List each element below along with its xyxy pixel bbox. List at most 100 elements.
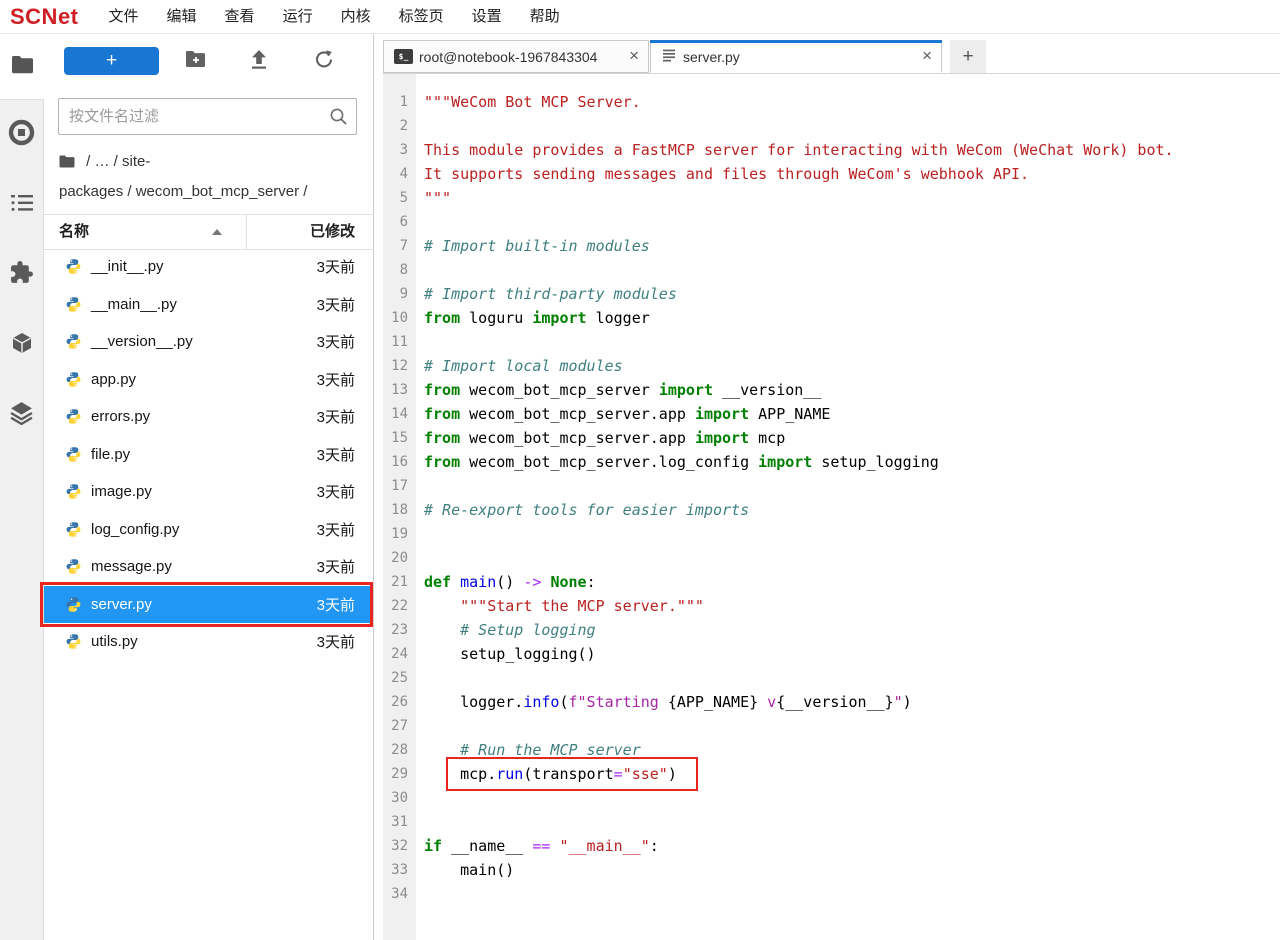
code-line-7[interactable]: # Import built-in modules bbox=[424, 234, 1280, 258]
file-row-log_config.py[interactable]: log_config.py3天前 bbox=[44, 511, 373, 549]
close-tab-icon[interactable]: × bbox=[918, 46, 941, 68]
new-launcher-button[interactable]: + bbox=[64, 47, 159, 75]
code-line-4[interactable]: It supports sending messages and files t… bbox=[424, 162, 1280, 186]
code-line-29[interactable]: mcp.run(transport="sse") bbox=[424, 762, 1280, 786]
menu-item[interactable]: 编辑 bbox=[153, 1, 211, 33]
menu-item[interactable]: 查看 bbox=[211, 1, 269, 33]
code-line-9[interactable]: # Import third-party modules bbox=[424, 282, 1280, 306]
line-number: 5 bbox=[383, 186, 416, 210]
menu-item[interactable]: 设置 bbox=[458, 1, 516, 33]
code-line-2[interactable] bbox=[424, 114, 1280, 138]
code-line-26[interactable]: logger.info(f"Starting {APP_NAME} v{__ve… bbox=[424, 690, 1280, 714]
code-line-28[interactable]: # Run the MCP server bbox=[424, 738, 1280, 762]
code-line-14[interactable]: from wecom_bot_mcp_server.app import APP… bbox=[424, 402, 1280, 426]
code-line-1[interactable]: """WeCom Bot MCP Server. bbox=[424, 90, 1280, 114]
home-folder-icon[interactable] bbox=[59, 155, 79, 172]
sidebar-tab-file-browser[interactable] bbox=[0, 34, 44, 100]
line-number: 8 bbox=[383, 258, 416, 282]
file-name: app.py bbox=[91, 371, 136, 388]
breadcrumb[interactable]: / … / site- packages / wecom_bot_mcp_ser… bbox=[59, 148, 365, 206]
file-row-message.py[interactable]: message.py3天前 bbox=[44, 548, 373, 586]
code-line-11[interactable] bbox=[424, 330, 1280, 354]
menu-item[interactable]: 标签页 bbox=[385, 1, 458, 33]
code-line-22[interactable]: """Start the MCP server.""" bbox=[424, 594, 1280, 618]
code-line-20[interactable] bbox=[424, 546, 1280, 570]
code-line-3[interactable]: This module provides a FastMCP server fo… bbox=[424, 138, 1280, 162]
tab-label: server.py bbox=[683, 49, 912, 65]
code-line-24[interactable]: setup_logging() bbox=[424, 642, 1280, 666]
code-line-12[interactable]: # Import local modules bbox=[424, 354, 1280, 378]
line-number: 17 bbox=[383, 474, 416, 498]
code-editor: 1234567891011121314151617181920212223242… bbox=[383, 74, 1280, 940]
code-pane[interactable]: """WeCom Bot MCP Server. This module prov… bbox=[416, 74, 1280, 940]
code-line-8[interactable] bbox=[424, 258, 1280, 282]
code-line-31[interactable] bbox=[424, 810, 1280, 834]
file-row-image.py[interactable]: image.py 3天前 bbox=[44, 473, 373, 511]
code-line-13[interactable]: from wecom_bot_mcp_server import __versi… bbox=[424, 378, 1280, 402]
file-modified: 3天前 bbox=[317, 256, 373, 277]
file-row-__version__.py[interactable]: __version__.py3天前 bbox=[44, 323, 373, 361]
code-line-32[interactable]: if __name__ == "__main__": bbox=[424, 834, 1280, 858]
code-line-25[interactable] bbox=[424, 666, 1280, 690]
file-row-utils.py[interactable]: utils.py3天前 bbox=[44, 623, 373, 661]
column-header-name[interactable]: 名称 bbox=[59, 215, 89, 248]
sidebar-tab-table-of-contents[interactable] bbox=[0, 170, 43, 240]
code-line-34[interactable] bbox=[424, 882, 1280, 906]
python-file-icon bbox=[65, 446, 82, 463]
menu-item[interactable]: 文件 bbox=[95, 1, 153, 33]
code-line-21[interactable]: def main() -> None: bbox=[424, 570, 1280, 594]
breadcrumb-line1[interactable]: / … / site- bbox=[86, 153, 150, 170]
sort-ascending-icon[interactable] bbox=[212, 229, 222, 235]
file-modified: 3天前 bbox=[317, 481, 373, 502]
file-row-app.py[interactable]: app.py3天前 bbox=[44, 361, 373, 399]
file-row-__init__.py[interactable]: __init__.py3天前 bbox=[44, 248, 373, 286]
file-filter bbox=[58, 98, 357, 135]
file-name: file.py bbox=[91, 446, 130, 463]
file-name: image.py bbox=[91, 483, 152, 500]
code-line-15[interactable]: from wecom_bot_mcp_server.app import mcp bbox=[424, 426, 1280, 450]
tab-server-py[interactable]: server.py × bbox=[650, 40, 942, 73]
folder-icon bbox=[11, 55, 34, 79]
refresh-button[interactable] bbox=[313, 49, 337, 73]
column-header-modified[interactable]: 已修改 bbox=[310, 215, 355, 248]
line-number: 19 bbox=[383, 522, 416, 546]
file-row-__main__.py[interactable]: __main__.py3天前 bbox=[44, 286, 373, 324]
tab-terminal[interactable]: $_ root@notebook-1967843304 × bbox=[383, 40, 649, 73]
code-line-6[interactable] bbox=[424, 210, 1280, 234]
new-tab-button[interactable]: + bbox=[950, 40, 986, 73]
code-line-30[interactable] bbox=[424, 786, 1280, 810]
file-row-server.py[interactable]: server.py3天前 bbox=[44, 586, 373, 624]
code-line-23[interactable]: # Setup logging bbox=[424, 618, 1280, 642]
python-file-icon bbox=[65, 596, 82, 613]
code-line-16[interactable]: from wecom_bot_mcp_server.log_config imp… bbox=[424, 450, 1280, 474]
sidebar-tab-stacks[interactable] bbox=[0, 380, 43, 450]
line-number: 2 bbox=[383, 114, 416, 138]
code-line-27[interactable] bbox=[424, 714, 1280, 738]
line-number: 24 bbox=[383, 642, 416, 666]
menu-item[interactable]: 内核 bbox=[327, 1, 385, 33]
menu-item[interactable]: 帮助 bbox=[516, 1, 574, 33]
list-icon bbox=[10, 192, 34, 219]
python-file-icon bbox=[65, 521, 82, 538]
file-row-file.py[interactable]: file.py3天前 bbox=[44, 436, 373, 474]
upload-button[interactable] bbox=[249, 49, 273, 73]
menu-item[interactable]: 运行 bbox=[269, 1, 327, 33]
new-folder-button[interactable] bbox=[185, 49, 209, 73]
code-line-33[interactable]: main() bbox=[424, 858, 1280, 882]
line-number: 7 bbox=[383, 234, 416, 258]
close-tab-icon[interactable]: × bbox=[625, 46, 648, 68]
code-line-17[interactable] bbox=[424, 474, 1280, 498]
line-number: 22 bbox=[383, 594, 416, 618]
code-line-19[interactable] bbox=[424, 522, 1280, 546]
code-line-5[interactable]: """ bbox=[424, 186, 1280, 210]
code-line-18[interactable]: # Re-export tools for easier imports bbox=[424, 498, 1280, 522]
line-number: 10 bbox=[383, 306, 416, 330]
breadcrumb-line2[interactable]: packages / wecom_bot_mcp_server / bbox=[59, 183, 307, 200]
sidebar-tab-extensions[interactable] bbox=[0, 240, 43, 310]
file-row-errors.py[interactable]: errors.py3天前 bbox=[44, 398, 373, 436]
sidebar-tab-running-kernels[interactable] bbox=[0, 100, 43, 170]
file-filter-input[interactable] bbox=[58, 98, 357, 135]
line-number: 25 bbox=[383, 666, 416, 690]
code-line-10[interactable]: from loguru import logger bbox=[424, 306, 1280, 330]
sidebar-tab-resources[interactable] bbox=[0, 310, 43, 380]
